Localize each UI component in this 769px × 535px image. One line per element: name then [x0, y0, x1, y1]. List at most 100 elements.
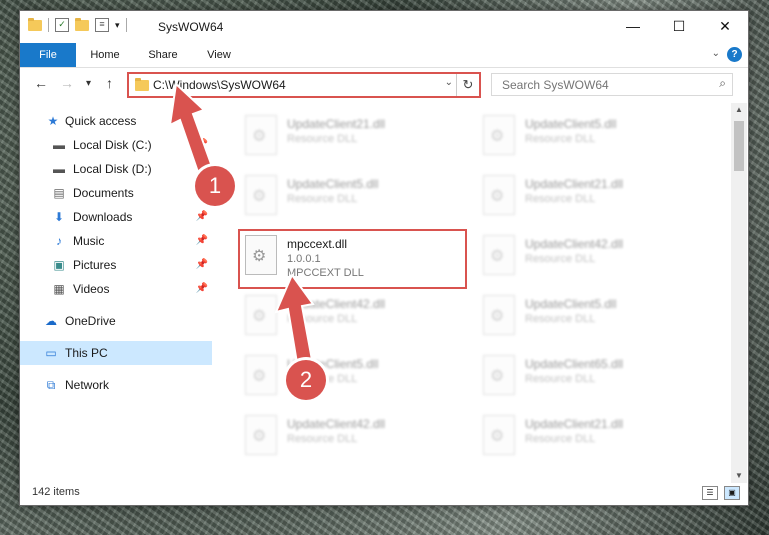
documents-icon: ▤ [53, 186, 65, 200]
navigation-pane: ★ Quick access ▬ Local Disk (C:) 📌 ▬ Loc… [20, 103, 212, 473]
ribbon-tabs: File Home Share View ⌄ ? [20, 43, 748, 68]
sidebar-item-downloads[interactable]: ⬇ Downloads 📌 [20, 205, 212, 229]
pictures-icon: ▣ [53, 258, 65, 272]
vertical-scrollbar[interactable]: ▲ ▼ [731, 103, 747, 483]
sidebar-item-documents[interactable]: ▤ Documents 📌 [20, 181, 212, 205]
help-icon[interactable]: ? [727, 47, 742, 62]
tab-file[interactable]: File [20, 43, 76, 67]
sidebar-item-onedrive[interactable]: ☁ OneDrive [20, 309, 212, 333]
properties-icon[interactable]: ✓ [55, 18, 69, 32]
sidebar-item-videos[interactable]: ▦ Videos 📌 [20, 277, 212, 301]
maximize-button[interactable]: ☐ [656, 11, 702, 41]
dll-file-icon [245, 115, 277, 155]
file-item[interactable]: UpdateClient5.dll Resource DLL [235, 171, 465, 227]
file-name: UpdateClient42.dll [287, 417, 386, 431]
pc-icon: ▭ [45, 346, 57, 360]
file-item[interactable]: UpdateClient42.dll Resource DLL [235, 411, 465, 467]
file-item[interactable]: UpdateClient5.dll Resource DLL [473, 111, 703, 167]
large-icons-view-icon[interactable]: ▣ [724, 486, 740, 500]
window-title: SysWOW64 [158, 20, 224, 34]
sidebar-item-label: Local Disk (C:) [73, 138, 152, 152]
close-button[interactable]: ✕ [702, 11, 748, 41]
navigation-bar: ← → ▾ ↑ C:\Windows\SysWOW64 ⌄ ↻ ⌕ [20, 67, 748, 101]
expand-ribbon-icon[interactable]: ⌄ [712, 48, 720, 59]
file-description: Resource DLL [287, 193, 358, 205]
back-button[interactable]: ← [34, 75, 48, 91]
forward-button[interactable]: → [60, 75, 74, 91]
scroll-thumb[interactable] [734, 121, 744, 171]
search-input[interactable] [500, 74, 704, 95]
sidebar-item-quick-access[interactable]: ★ Quick access [20, 109, 212, 133]
tab-view[interactable]: View [196, 43, 242, 67]
sidebar-item-local-disk-c[interactable]: ▬ Local Disk (C:) 📌 [20, 133, 212, 157]
file-description: Resource DLL [287, 133, 358, 145]
recent-locations-button[interactable]: ▾ [86, 78, 91, 89]
file-name: UpdateClient21.dll [525, 177, 624, 191]
music-icon: ♪ [56, 234, 62, 248]
file-item[interactable]: UpdateClient21.dll Resource DLL [473, 411, 703, 467]
drive-icon: ▬ [53, 138, 65, 152]
file-name: UpdateClient21.dll [287, 117, 386, 131]
chevron-down-icon[interactable]: ⌄ [445, 77, 453, 88]
sidebar-item-label: Quick access [65, 114, 137, 128]
sidebar-item-network[interactable]: ⧉ Network [20, 373, 212, 397]
pin-icon[interactable]: 📌 [196, 205, 208, 229]
minimize-button[interactable]: — [610, 11, 656, 41]
cloud-icon: ☁ [45, 314, 57, 328]
up-button[interactable]: ↑ [106, 75, 113, 91]
details-view-icon[interactable]: ☰ [702, 486, 718, 500]
sidebar-item-label: Local Disk (D:) [73, 162, 152, 176]
file-description: Resource DLL [525, 373, 596, 385]
sidebar-item-pictures[interactable]: ▣ Pictures 📌 [20, 253, 212, 277]
refresh-icon[interactable]: ↻ [456, 74, 479, 96]
dropdown-icon[interactable]: ▾ [115, 20, 120, 31]
file-description: Resource DLL [525, 253, 596, 265]
file-name: UpdateClient21.dll [525, 417, 624, 431]
videos-icon: ▦ [53, 282, 65, 296]
sidebar-item-label: Documents [73, 186, 134, 200]
file-description: Resource DLL [525, 133, 596, 145]
dll-file-icon [245, 295, 277, 335]
dll-file-icon [483, 175, 515, 215]
network-icon: ⧉ [46, 378, 56, 392]
file-item[interactable]: UpdateClient65.dll Resource DLL [473, 351, 703, 407]
separator [48, 18, 49, 32]
sidebar-item-label: Videos [73, 282, 110, 296]
file-item[interactable]: UpdateClient42.dll Resource DLL [235, 291, 465, 347]
file-description: Resource DLL [525, 313, 596, 325]
file-item[interactable]: UpdateClient21.dll Resource DLL [235, 111, 465, 167]
scroll-up-icon[interactable]: ▲ [731, 103, 747, 117]
folder-icon [28, 17, 42, 31]
scroll-down-icon[interactable]: ▼ [731, 469, 747, 483]
address-bar[interactable]: C:\Windows\SysWOW64 ⌄ ↻ [127, 72, 481, 98]
status-bar: 142 items ☰ ▣ [20, 483, 748, 503]
file-item[interactable]: UpdateClient42.dll Resource DLL [473, 231, 703, 287]
folder-icon [135, 78, 149, 91]
sidebar-item-this-pc[interactable]: ▭ This PC [20, 341, 212, 365]
address-path[interactable]: C:\Windows\SysWOW64 [153, 78, 286, 92]
dll-file-icon [483, 355, 515, 395]
search-icon[interactable]: ⌕ [719, 76, 726, 91]
tab-home[interactable]: Home [82, 43, 128, 67]
file-item[interactable]: UpdateClient21.dll Resource DLL [473, 171, 703, 227]
pin-icon[interactable]: 📌 [196, 253, 208, 277]
file-item[interactable]: UpdateClient5.dll Resource DLL [473, 291, 703, 347]
pin-icon[interactable]: 📌 [196, 277, 208, 301]
dll-file-icon [483, 235, 515, 275]
sidebar-item-label: Downloads [73, 210, 133, 224]
new-folder-icon[interactable] [75, 17, 89, 31]
title-bar: ✓ ≡ ▾ SysWOW64 — ☐ ✕ [20, 11, 748, 43]
dll-file-icon [245, 175, 277, 215]
step-1-badge: 1 [195, 166, 235, 206]
pin-icon[interactable]: 📌 [196, 133, 208, 157]
separator [125, 18, 127, 32]
step-2-badge: 2 [286, 360, 326, 400]
pin-icon[interactable]: 📌 [196, 229, 208, 253]
sidebar-item-local-disk-d[interactable]: ▬ Local Disk (D:) 📌 [20, 157, 212, 181]
sidebar-item-music[interactable]: ♪ Music 📌 [20, 229, 212, 253]
customize-icon[interactable]: ≡ [95, 18, 109, 32]
file-item[interactable]: UpdateClient5.dll Resource DLL [235, 351, 465, 407]
dll-file-icon [483, 295, 515, 335]
tab-share[interactable]: Share [140, 43, 186, 67]
search-box[interactable]: ⌕ [491, 73, 733, 96]
